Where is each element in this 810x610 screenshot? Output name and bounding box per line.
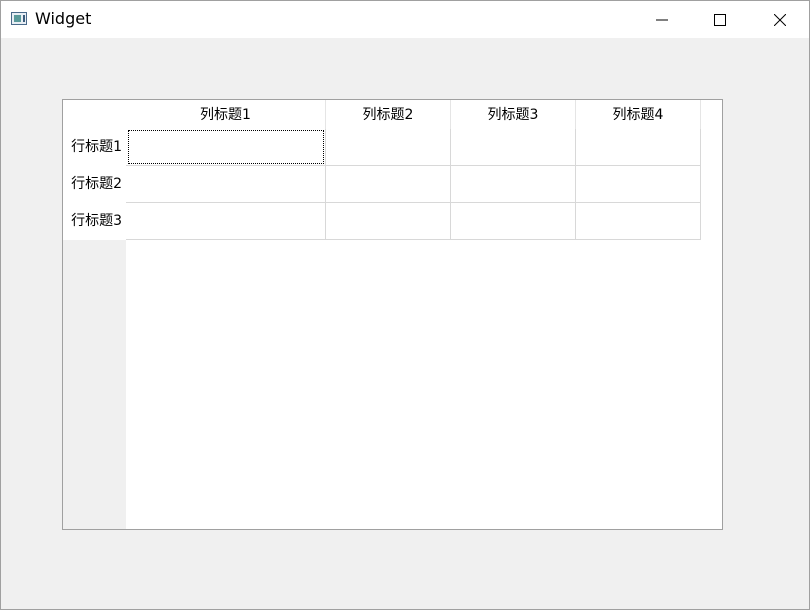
main-window: Widget 列标题1 列标题2 列标题3 列标题4 行标题1 行标题2 行标题… [0,0,810,610]
column-header-1[interactable]: 列标题1 [126,100,326,129]
column-header-2[interactable]: 列标题2 [326,100,451,129]
maximize-button[interactable] [691,1,749,38]
table-cell-r3-c2[interactable] [326,203,451,240]
table-cell-r1-c1[interactable] [126,129,326,166]
close-icon [774,14,786,26]
minimize-button[interactable] [633,1,691,38]
table-cell-r3-c1[interactable] [126,203,326,240]
title-bar[interactable]: Widget [1,1,809,38]
window-title: Widget [35,9,92,28]
column-header-4[interactable]: 列标题4 [576,100,701,129]
table-cell-r2-c3[interactable] [451,166,576,203]
row-header-2[interactable]: 行标题2 [63,166,126,203]
corner-button[interactable] [63,100,126,129]
row-header-1[interactable]: 行标题1 [63,129,126,166]
close-button[interactable] [751,1,809,38]
table-cell-r3-c4[interactable] [576,203,701,240]
column-header-3[interactable]: 列标题3 [451,100,576,129]
table-cell-r3-c3[interactable] [451,203,576,240]
minimize-icon [656,19,668,21]
row-header-3[interactable]: 行标题3 [63,203,126,240]
table-cell-r2-c4[interactable] [576,166,701,203]
table-cell-r2-c1[interactable] [126,166,326,203]
table-widget[interactable]: 列标题1 列标题2 列标题3 列标题4 行标题1 行标题2 行标题3 [62,99,723,530]
table-cell-r1-c4[interactable] [576,129,701,166]
table-cell-r2-c2[interactable] [326,166,451,203]
maximize-icon [714,14,726,26]
table-cell-r1-c3[interactable] [451,129,576,166]
table-cell-r1-c2[interactable] [326,129,451,166]
app-window-icon [11,12,27,25]
